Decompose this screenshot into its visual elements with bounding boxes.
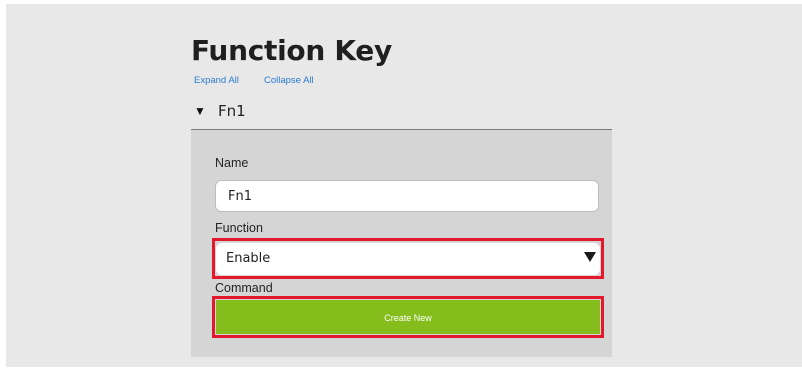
name-label: Name (215, 156, 249, 170)
command-label: Command (215, 281, 273, 295)
collapse-all-link[interactable]: Collapse All (264, 75, 314, 86)
section-title: Fn1 (218, 102, 246, 120)
create-new-button[interactable]: Create New (216, 300, 600, 334)
function-label: Function (215, 221, 263, 235)
chevron-down-icon (584, 252, 596, 262)
section-header-fn1[interactable]: ▼ Fn1 (194, 100, 246, 122)
triangle-down-icon: ▼ (194, 104, 206, 118)
page-title: Function Key (191, 34, 392, 67)
function-select-value: Enable (226, 251, 271, 266)
function-select[interactable]: Enable (216, 243, 600, 275)
expand-all-link[interactable]: Expand All (194, 75, 239, 86)
name-input[interactable] (215, 180, 599, 212)
